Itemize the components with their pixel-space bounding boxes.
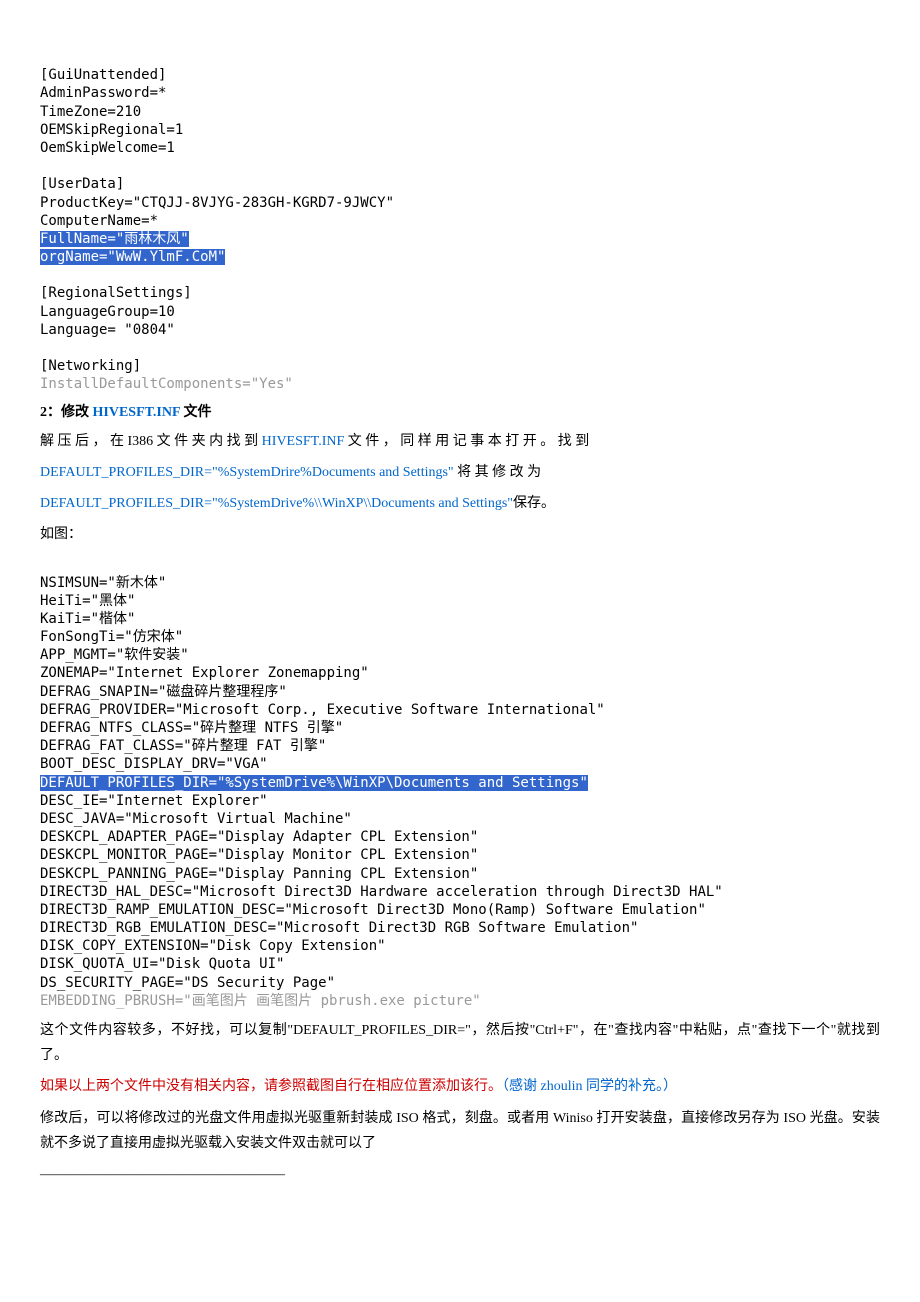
- code-line: [Networking]: [40, 358, 141, 374]
- code-line: DS_SECURITY_PAGE="DS Security Page": [40, 975, 335, 991]
- text: 文 件 夹 内 找 到: [153, 434, 262, 449]
- code-line: LanguageGroup=10: [40, 304, 175, 320]
- text: 保存。: [513, 496, 555, 511]
- code-line: DISK_COPY_EXTENSION="Disk Copy Extension…: [40, 938, 386, 954]
- text: 将 其 修 改 为: [454, 465, 542, 480]
- code-line: OemSkipWelcome=1: [40, 140, 175, 156]
- code-line: InstallDefaultComponents="Yes": [40, 376, 293, 392]
- code-line: HeiTi="黑体": [40, 593, 135, 609]
- code-text: DEFAULT_PROFILES_DIR="%SystemDrire%Docum…: [40, 465, 454, 480]
- text: 修改后，可以将修改过的光盘文件用虚拟光驱重新封装成 ISO 格式，刻盘。或者用 …: [40, 1111, 880, 1151]
- code-line: DEFRAG_PROVIDER="Microsoft Corp., Execut…: [40, 702, 605, 718]
- text: 这个文件内容较多，不好找，可以复制"DEFAULT_PROFILES_DIR="…: [40, 1023, 880, 1063]
- paragraph: DEFAULT_PROFILES_DIR="%SystemDrire%Docum…: [40, 460, 880, 485]
- code-line: Language= "0804": [40, 322, 175, 338]
- code-line: KaiTi="楷体": [40, 611, 135, 627]
- code-line: DIRECT3D_RAMP_EMULATION_DESC="Microsoft …: [40, 902, 706, 918]
- paragraph-warning: 如果以上两个文件中没有相关内容，请参照截图自行在相应位置添加该行。（感谢 zho…: [40, 1074, 880, 1099]
- title-text: 修改: [61, 405, 93, 420]
- warning-text: 如果以上两个文件中没有相关内容，请参照截图自行在相应位置添加该行。: [40, 1079, 502, 1094]
- text: I386: [128, 434, 154, 449]
- filename: HIVESFT.INF: [93, 405, 181, 420]
- code-line: BOOT_DESC_DISPLAY_DRV="VGA": [40, 756, 268, 772]
- code-line: [GuiUnattended]: [40, 67, 166, 83]
- code-line: DISK_QUOTA_UI="Disk Quota UI": [40, 956, 284, 972]
- code-line: DESKCPL_MONITOR_PAGE="Display Monitor CP…: [40, 847, 478, 863]
- text: 文 件 ， 同 样 用 记 事 本 打 开 。 找 到: [344, 434, 589, 449]
- text: 如图：: [40, 527, 82, 542]
- code-line: DEFRAG_SNAPIN="磁盘碎片整理程序": [40, 684, 287, 700]
- title-text: 文件: [180, 405, 212, 420]
- code-line: APP_MGMT="软件安装": [40, 647, 189, 663]
- code-line: DESKCPL_ADAPTER_PAGE="Display Adapter CP…: [40, 829, 478, 845]
- credit-text: 同学的补充。）: [583, 1079, 678, 1094]
- paragraph: 这个文件内容较多，不好找，可以复制"DEFAULT_PROFILES_DIR="…: [40, 1018, 880, 1068]
- paragraph: DEFAULT_PROFILES_DIR="%SystemDrive%\\Win…: [40, 491, 880, 516]
- section-number: 2：: [40, 405, 61, 420]
- ini-code-block-2: NSIMSUN="新木体" HeiTi="黑体" KaiTi="楷体" FonS…: [40, 555, 880, 1010]
- code-line: EMBEDDING_PBRUSH="画笔图片 画笔图片 pbrush.exe p…: [40, 993, 481, 1009]
- filename: HIVESFT.INF: [262, 434, 345, 449]
- paragraph: 如图：: [40, 522, 880, 547]
- code-line: TimeZone=210: [40, 104, 141, 120]
- code-line-highlighted: orgName="WwW.YlmF.CoM": [40, 249, 225, 265]
- text: —————————————————–: [40, 1167, 285, 1182]
- credit-text: （感谢: [502, 1079, 541, 1094]
- code-line: ProductKey="CTQJJ-8VJYG-283GH-KGRD7-9JWC…: [40, 195, 394, 211]
- code-line: ComputerName=*: [40, 213, 158, 229]
- text: 解 压 后 ， 在: [40, 434, 128, 449]
- code-line: FonSongTi="仿宋体": [40, 629, 183, 645]
- code-line: DESC_JAVA="Microsoft Virtual Machine": [40, 811, 352, 827]
- divider-line: —————————————————–: [40, 1162, 880, 1187]
- code-line: OEMSkipRegional=1: [40, 122, 183, 138]
- code-line: ZONEMAP="Internet Explorer Zonemapping": [40, 665, 369, 681]
- code-line: DIRECT3D_HAL_DESC="Microsoft Direct3D Ha…: [40, 884, 723, 900]
- code-line: NSIMSUN="新木体": [40, 575, 166, 591]
- code-line-highlighted: FullName="雨林木风": [40, 231, 189, 247]
- code-line-highlighted: DEFAULT_PROFILES_DIR="%SystemDrive%\WinX…: [40, 775, 588, 791]
- code-text: DEFAULT_PROFILES_DIR="%SystemDrive%\\Win…: [40, 496, 513, 511]
- code-line: [UserData]: [40, 176, 124, 192]
- code-line: AdminPassword=*: [40, 85, 166, 101]
- ini-code-block-1: [GuiUnattended] AdminPassword=* TimeZone…: [40, 48, 880, 394]
- paragraph: 修改后，可以将修改过的光盘文件用虚拟光驱重新封装成 ISO 格式，刻盘。或者用 …: [40, 1106, 880, 1156]
- section-2-title: 2：修改 HIVESFT.INF 文件: [40, 402, 880, 423]
- paragraph: 解 压 后 ， 在 I386 文 件 夹 内 找 到 HIVESFT.INF 文…: [40, 429, 880, 454]
- code-line: DEFRAG_NTFS_CLASS="碎片整理 NTFS 引擎": [40, 720, 343, 736]
- code-line: DESC_IE="Internet Explorer": [40, 793, 268, 809]
- code-line: DEFRAG_FAT_CLASS="碎片整理 FAT 引擎": [40, 738, 326, 754]
- code-line: DESKCPL_PANNING_PAGE="Display Panning CP…: [40, 866, 478, 882]
- credit-name: zhoulin: [541, 1079, 583, 1094]
- code-line: [RegionalSettings]: [40, 285, 192, 301]
- code-line: DIRECT3D_RGB_EMULATION_DESC="Microsoft D…: [40, 920, 638, 936]
